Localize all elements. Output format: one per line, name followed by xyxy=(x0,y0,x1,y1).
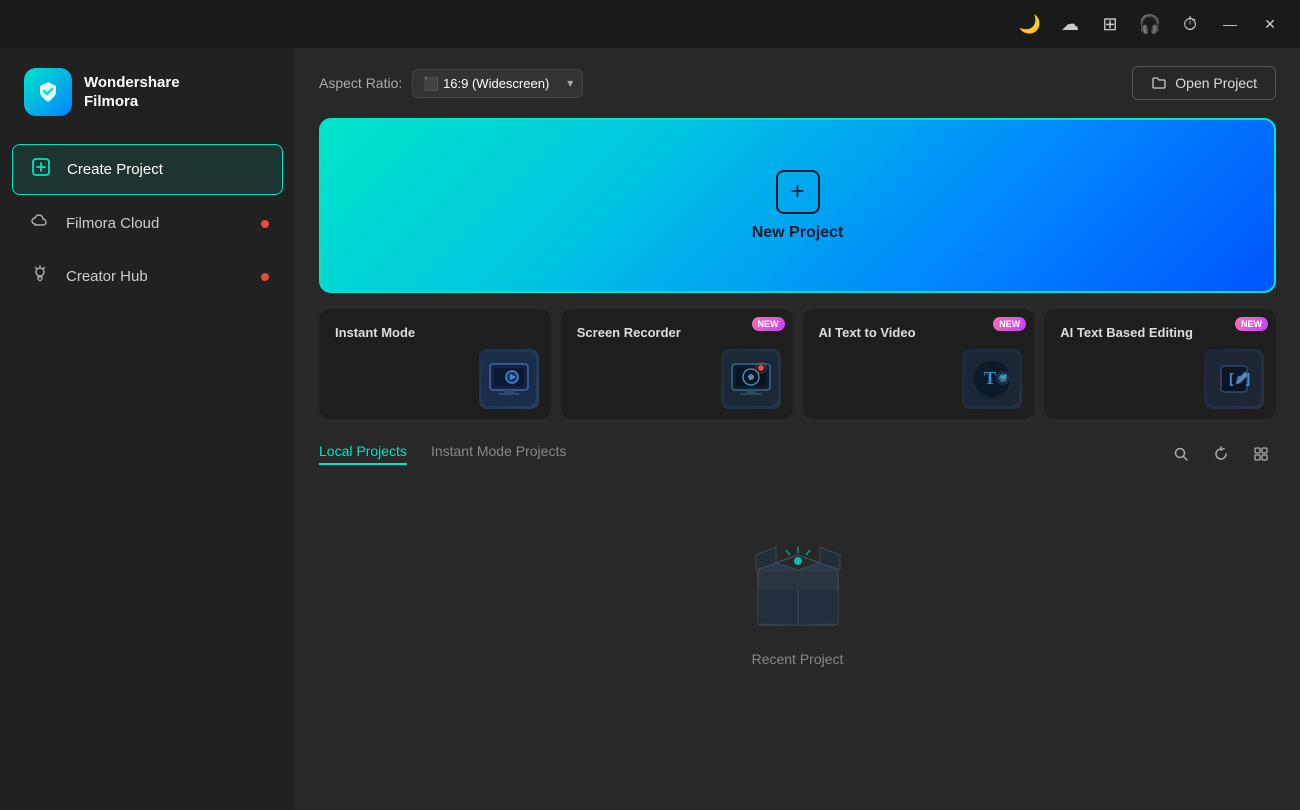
empty-box-illustration xyxy=(738,525,858,635)
filmora-cloud-label: Filmora Cloud xyxy=(66,215,159,232)
new-project-plus-icon: + xyxy=(776,170,820,214)
screen-recorder-icon xyxy=(721,349,781,409)
app-name: Wondershare Filmora xyxy=(84,73,180,112)
ai-text-video-label: AI Text to Video xyxy=(819,325,1019,340)
search-projects-button[interactable] xyxy=(1166,439,1196,469)
aspect-ratio-select[interactable]: ⬛ 16:9 (Widescreen) 9:16 (Portrait) 1:1 … xyxy=(412,69,583,98)
sidebar-item-creator-hub[interactable]: Creator Hub xyxy=(12,252,283,301)
content-topbar: Aspect Ratio: ⬛ 16:9 (Widescreen) 9:16 (… xyxy=(295,48,1300,118)
ai-text-editing-label: AI Text Based Editing xyxy=(1060,325,1260,340)
new-project-banner[interactable]: + New Project xyxy=(319,118,1276,293)
sidebar: Wondershare Filmora Create Project xyxy=(0,48,295,810)
feature-card-instant-mode[interactable]: Instant Mode xyxy=(319,309,551,419)
app-logo: Wondershare Filmora xyxy=(0,68,295,144)
refresh-projects-button[interactable] xyxy=(1206,439,1236,469)
ai-text-editing-badge: NEW xyxy=(1235,317,1268,331)
tab-instant-mode-projects[interactable]: Instant Mode Projects xyxy=(431,443,566,465)
creator-hub-dot xyxy=(261,273,269,281)
sidebar-item-create-project[interactable]: Create Project xyxy=(12,144,283,195)
aspect-ratio-group: Aspect Ratio: ⬛ 16:9 (Widescreen) 9:16 (… xyxy=(319,69,583,98)
create-project-label: Create Project xyxy=(67,161,163,178)
empty-projects-state: Recent Project xyxy=(319,485,1276,707)
aspect-ratio-label: Aspect Ratio: xyxy=(319,75,402,91)
creator-hub-label: Creator Hub xyxy=(66,268,148,285)
search-icon xyxy=(1173,446,1189,462)
aspect-select-wrapper: ⬛ 16:9 (Widescreen) 9:16 (Portrait) 1:1 … xyxy=(412,69,583,98)
moon-icon[interactable]: 🌙 xyxy=(1016,10,1044,38)
tabs-left: Local Projects Instant Mode Projects xyxy=(319,443,566,465)
cloud-upload-icon[interactable]: ☁ xyxy=(1056,10,1084,38)
new-project-label: New Project xyxy=(752,224,844,242)
cloud-icon xyxy=(28,211,52,236)
minimize-button[interactable]: — xyxy=(1216,10,1244,38)
sidebar-item-filmora-cloud[interactable]: Filmora Cloud xyxy=(12,199,283,248)
tab-local-projects[interactable]: Local Projects xyxy=(319,443,407,465)
main-layout: Wondershare Filmora Create Project xyxy=(0,48,1300,810)
projects-section: Local Projects Instant Mode Projects xyxy=(295,439,1300,810)
grid-view-icon xyxy=(1253,446,1269,462)
projects-tabs-bar: Local Projects Instant Mode Projects xyxy=(319,439,1276,469)
open-project-label: Open Project xyxy=(1175,75,1257,91)
open-project-button[interactable]: Open Project xyxy=(1132,66,1276,100)
timer-icon[interactable]: ⏱ xyxy=(1176,10,1204,38)
feature-card-screen-recorder[interactable]: NEW Screen Recorder xyxy=(561,309,793,419)
feature-card-ai-text-editing[interactable]: NEW AI Text Based Editing [•] xyxy=(1044,309,1276,419)
refresh-icon xyxy=(1213,446,1229,462)
folder-icon xyxy=(1151,75,1167,91)
title-bar: 🌙 ☁ ⊞ 🎧 ⏱ — ✕ xyxy=(0,0,1300,48)
ai-text-video-badge: NEW xyxy=(993,317,1026,331)
svg-text:T: T xyxy=(984,368,996,388)
sidebar-nav: Create Project Filmora Cloud xyxy=(0,144,295,301)
logo-icon xyxy=(24,68,72,116)
screen-recorder-badge: NEW xyxy=(752,317,785,331)
close-button[interactable]: ✕ xyxy=(1256,10,1284,38)
tabs-right xyxy=(1166,439,1276,469)
content-area: Aspect Ratio: ⬛ 16:9 (Widescreen) 9:16 (… xyxy=(295,48,1300,810)
lightbulb-icon xyxy=(28,264,52,289)
instant-mode-label: Instant Mode xyxy=(335,325,535,340)
grid-view-button[interactable] xyxy=(1246,439,1276,469)
create-project-icon xyxy=(29,157,53,182)
feature-cards-row: Instant Mode NEW Screen Recorde xyxy=(295,309,1300,419)
screen-recorder-label: Screen Recorder xyxy=(577,325,777,340)
filmora-cloud-dot xyxy=(261,220,269,228)
feature-card-ai-text-video[interactable]: NEW AI Text to Video T xyxy=(803,309,1035,419)
ai-text-video-icon: T xyxy=(962,349,1022,409)
ai-text-editing-icon: [•] xyxy=(1204,349,1264,409)
grid-icon[interactable]: ⊞ xyxy=(1096,10,1124,38)
instant-mode-icon xyxy=(479,349,539,409)
empty-state-text: Recent Project xyxy=(752,651,844,667)
headset-icon[interactable]: 🎧 xyxy=(1136,10,1164,38)
